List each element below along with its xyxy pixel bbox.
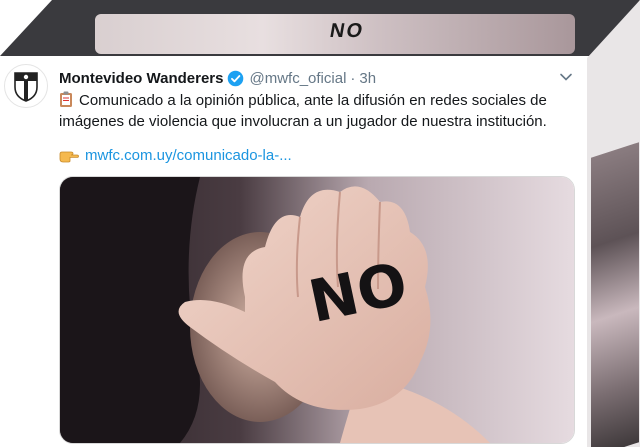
display-name[interactable]: Montevideo Wanderers bbox=[59, 70, 223, 87]
tweet-body-text: Comunicado a la opinión pública, ante la… bbox=[59, 92, 547, 130]
tweet-link-row: mwfc.com.uy/comunicado-la-... bbox=[59, 147, 292, 164]
tweet-header: Montevideo Wanderers @mwfc_oficial · 3h bbox=[59, 68, 579, 88]
tweet-text: Comunicado a la opinión pública, ante la… bbox=[59, 90, 569, 132]
pointing-right-emoji-icon bbox=[59, 149, 79, 163]
verified-badge-icon bbox=[227, 70, 244, 87]
tweet-timestamp[interactable]: 3h bbox=[359, 70, 376, 87]
cube-top-face: NO bbox=[0, 0, 640, 56]
chevron-down-icon[interactable] bbox=[559, 70, 573, 88]
tweet-media-image[interactable]: NO bbox=[59, 176, 575, 444]
separator-dot: · bbox=[350, 69, 356, 87]
right-face-image bbox=[591, 142, 639, 447]
user-handle[interactable]: @mwfc_oficial bbox=[249, 70, 346, 87]
tweet-card[interactable]: Montevideo Wanderers @mwfc_oficial · 3h bbox=[0, 58, 587, 447]
cube-right-face bbox=[587, 0, 640, 447]
top-face-no-text: NO bbox=[328, 20, 367, 42]
avatar[interactable] bbox=[4, 64, 48, 108]
club-crest-icon bbox=[14, 72, 38, 102]
tweet-link[interactable]: mwfc.com.uy/comunicado-la-... bbox=[85, 147, 292, 164]
photo-hand-no: NO bbox=[60, 177, 574, 443]
clipboard-emoji-icon bbox=[59, 91, 73, 107]
